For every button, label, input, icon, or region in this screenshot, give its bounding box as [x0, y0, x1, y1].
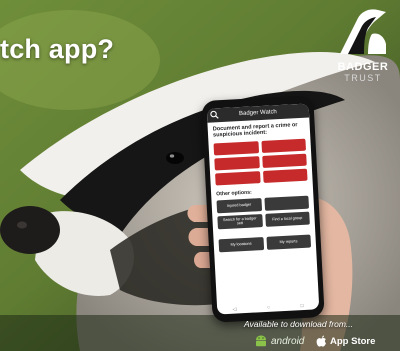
badger-trust-logo: BADGER TRUST	[334, 4, 392, 84]
phone-screen: Badger Watch Document and report a crime…	[206, 103, 320, 315]
search-sett-button[interactable]: Search for a badger sett	[217, 213, 263, 230]
app-store-label: App Store	[330, 335, 376, 347]
option-button-grid: Injured badger Search for a badger sett …	[211, 193, 315, 231]
recent-icon[interactable]: □	[301, 303, 304, 309]
my-reports-button[interactable]: My reports	[265, 234, 312, 250]
logo-word-trust: TRUST	[344, 73, 382, 83]
report-button-6[interactable]	[262, 168, 308, 183]
android-store-link[interactable]: android	[254, 333, 304, 349]
back-icon[interactable]: ◁	[232, 306, 236, 312]
app-title: Badger Watch	[238, 109, 277, 118]
report-button-1[interactable]	[213, 140, 259, 156]
phone-nav-bar: ◁ ○ □	[217, 300, 319, 314]
android-robot-icon	[256, 335, 266, 347]
home-icon[interactable]: ○	[267, 304, 270, 310]
headline: tch app?	[0, 34, 115, 64]
injured-badger-button[interactable]: Injured badger	[216, 197, 262, 214]
logo-word-badger: BADGER	[337, 61, 389, 73]
download-tagline: Available to download from...	[244, 319, 353, 329]
phone-mockup: Badger Watch Document and report a crime…	[201, 95, 325, 323]
option-button-2[interactable]	[263, 195, 310, 211]
android-label: android	[271, 335, 305, 347]
zoom-icon[interactable]	[210, 110, 219, 119]
badger-head-icon	[340, 9, 386, 54]
my-locations-button[interactable]: My locations	[218, 236, 264, 253]
report-button-3[interactable]	[214, 155, 260, 171]
find-local-group-button[interactable]: Find a local group	[264, 211, 310, 227]
report-button-2[interactable]	[260, 138, 306, 153]
promo-banner: tch app? BADGER TRUST Badger Watch Docum…	[0, 0, 400, 351]
app-store-link[interactable]: App Store	[316, 333, 375, 349]
report-button-grid	[208, 136, 312, 187]
apple-logo-icon	[316, 335, 326, 347]
report-button-5[interactable]	[215, 170, 261, 186]
report-button-4[interactable]	[261, 153, 307, 168]
bottom-button-grid: My locations My reports	[213, 232, 316, 254]
